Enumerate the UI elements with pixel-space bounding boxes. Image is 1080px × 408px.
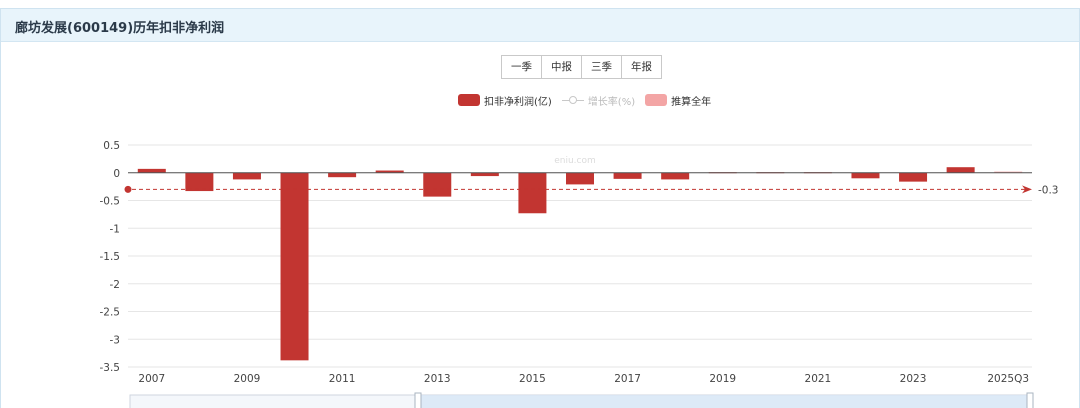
average-line-label: -0.3 <box>1038 184 1059 196</box>
bar-2018[interactable] <box>661 172 690 180</box>
bar-2017[interactable] <box>613 172 642 179</box>
x-tick-label: 2013 <box>424 373 451 385</box>
x-tick-label: 2021 <box>805 373 832 385</box>
bar-2010[interactable] <box>280 172 309 361</box>
bar-2023[interactable] <box>899 172 928 182</box>
average-line-start-dot <box>124 185 132 193</box>
bar-2015[interactable] <box>518 172 547 214</box>
watermark-text: eniu.com <box>554 156 596 166</box>
y-tick-label: 0 <box>113 168 120 180</box>
data-zoom-slider[interactable] <box>129 392 1034 408</box>
bar-2011[interactable] <box>328 172 357 178</box>
bars <box>137 167 1023 361</box>
bar-2007[interactable] <box>137 168 166 173</box>
x-tick-label: 2007 <box>138 373 165 385</box>
profit-bar-chart: 0.5 0 -0.5 -1 -1.5 -2 -2.5 -3 -3.5 eniu.com 2007… <box>100 140 1059 408</box>
y-tick-label: 0.5 <box>103 140 120 152</box>
x-tick-label: 2011 <box>329 373 356 385</box>
x-tick-label: 2015 <box>519 373 546 385</box>
y-tick-label: -1 <box>110 223 120 235</box>
x-tick-label: 2017 <box>614 373 641 385</box>
y-tick-label: -0.5 <box>100 196 121 208</box>
y-tick-label: -1.5 <box>100 251 121 263</box>
y-tick-label: -2 <box>110 279 120 291</box>
y-tick-label: -2.5 <box>100 307 121 319</box>
bar-2022[interactable] <box>851 172 880 179</box>
bar-2009[interactable] <box>232 172 261 180</box>
y-tick-label: -3.5 <box>100 362 121 374</box>
x-axis-ticks: 2007 2009 2011 2013 2015 2017 2019 2021 2023 2025… <box>138 373 1029 385</box>
y-tick-label: -3 <box>110 334 120 346</box>
x-tick-label: 2009 <box>234 373 261 385</box>
x-tick-label: 2023 <box>900 373 927 385</box>
bar-2024[interactable] <box>946 167 975 173</box>
bar-2008[interactable] <box>185 172 214 192</box>
x-tick-label: 2019 <box>709 373 736 385</box>
y-axis-ticks: 0.5 0 -0.5 -1 -1.5 -2 -2.5 -3 -3.5 <box>100 140 121 374</box>
bar-2013[interactable] <box>423 172 452 197</box>
zoom-handle-left[interactable] <box>414 392 422 408</box>
zoom-selected-range[interactable] <box>418 395 1030 408</box>
average-line: -0.3 <box>124 184 1059 196</box>
bar-2016[interactable] <box>566 172 594 185</box>
zoom-handle-right[interactable] <box>1026 392 1034 408</box>
x-tick-label: 2025Q3 <box>987 373 1029 385</box>
